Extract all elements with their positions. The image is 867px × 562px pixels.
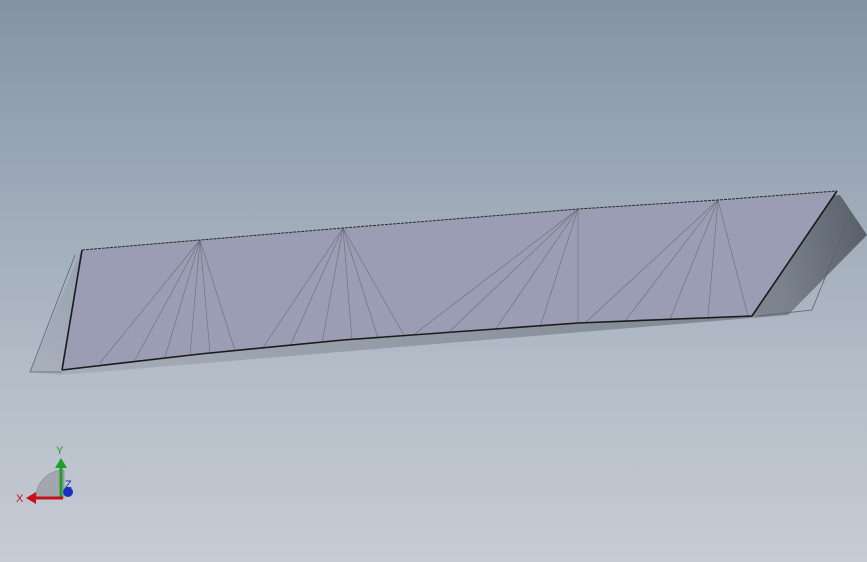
triad-x-arrow: [26, 492, 36, 504]
triad-x-label: X: [16, 493, 24, 505]
triad-z-label: Z: [65, 479, 72, 491]
triad-y-label: Y: [56, 445, 64, 457]
model-viewport[interactable]: [0, 0, 867, 562]
triad-y-arrow: [55, 458, 67, 468]
orientation-triad: Y X Z: [16, 445, 73, 505]
